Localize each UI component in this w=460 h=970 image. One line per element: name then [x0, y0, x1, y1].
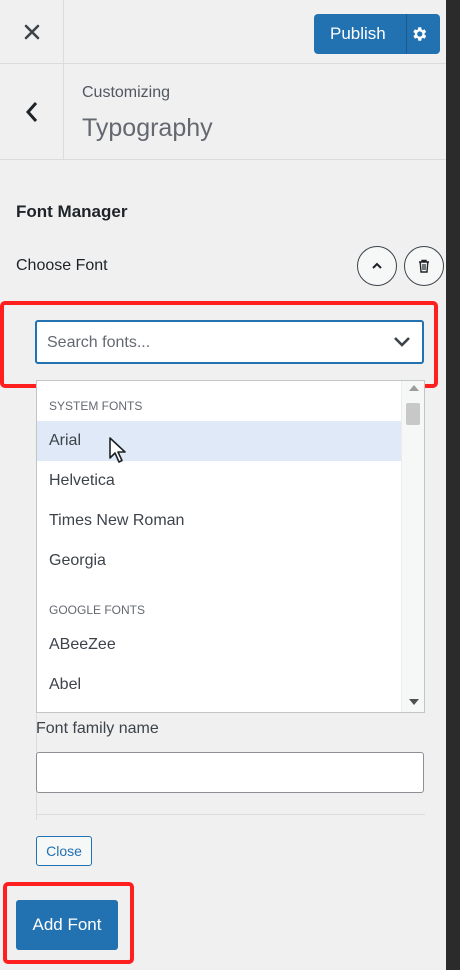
preview-edge: [446, 0, 460, 970]
font-family-input[interactable]: [36, 752, 424, 793]
customizer-header: Publish: [0, 0, 446, 64]
publish-divider: [406, 14, 407, 54]
publish-label: Publish: [330, 24, 386, 43]
add-font-button[interactable]: Add Font: [16, 900, 118, 950]
close-button[interactable]: Close: [36, 836, 92, 866]
font-option[interactable]: Times New Roman: [37, 501, 401, 541]
chevron-up-icon: [372, 262, 382, 269]
font-option[interactable]: Helvetica: [37, 461, 401, 501]
font-dropdown-list[interactable]: SYSTEM FONTS Arial Helvetica Times New R…: [36, 380, 425, 713]
dropdown-group-label: GOOGLE FONTS: [49, 603, 146, 617]
font-option[interactable]: Arial: [37, 421, 401, 461]
scroll-up-arrow[interactable]: [409, 385, 419, 391]
collapse-button[interactable]: [357, 246, 397, 286]
section-header: Customizing Typography: [0, 64, 446, 160]
section-title: Typography: [82, 114, 213, 142]
publish-button[interactable]: Publish: [314, 14, 440, 54]
scroll-thumb[interactable]: [406, 403, 420, 425]
gear-icon[interactable]: [410, 25, 428, 43]
search-input[interactable]: [45, 330, 375, 356]
delete-button[interactable]: [404, 246, 444, 286]
divider: [36, 814, 425, 815]
customizer-panel: Publish Customizing Typography Font Mana…: [0, 0, 446, 970]
font-search-box[interactable]: [35, 320, 424, 364]
trash-icon: [419, 259, 429, 273]
back-button[interactable]: [0, 64, 64, 160]
font-option[interactable]: Georgia: [37, 541, 401, 581]
font-option[interactable]: ABeeZee: [37, 625, 401, 665]
font-manager-title: Font Manager: [16, 202, 128, 221]
close-icon: [24, 24, 39, 40]
chevron-down-icon[interactable]: [393, 335, 411, 349]
scroll-down-arrow[interactable]: [409, 699, 419, 705]
font-family-label: Font family name: [36, 720, 159, 737]
choose-font-label: Choose Font: [16, 257, 108, 274]
font-option[interactable]: Abel: [37, 665, 401, 705]
chevron-left-icon: [25, 102, 37, 122]
breadcrumb: Customizing: [82, 84, 171, 101]
dropdown-scrollbar[interactable]: [401, 381, 424, 712]
close-customizer-button[interactable]: [0, 0, 64, 64]
dropdown-group-label: SYSTEM FONTS: [49, 399, 143, 413]
